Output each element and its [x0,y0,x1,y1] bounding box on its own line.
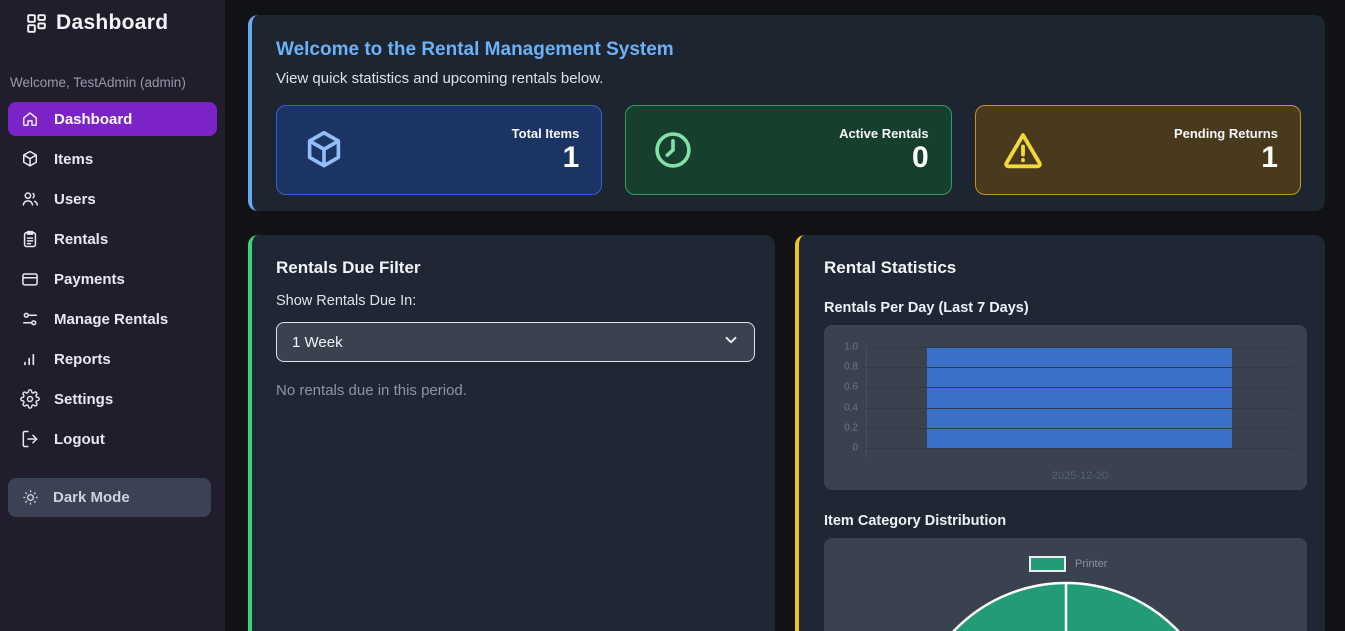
stat-card-active-rentals: Active Rentals 0 [625,105,951,195]
sidebar-item-settings[interactable]: Settings [8,382,217,416]
y-tick-label: 0.8 [824,362,858,373]
gridline [866,367,1294,368]
stat-label: Active Rentals [839,126,929,141]
gridline [866,448,1294,449]
credit-card-icon [20,269,40,289]
stats-row: Total Items 1 Active Rentals 0 [276,105,1301,195]
welcome-card: Welcome to the Rental Management System … [248,15,1325,211]
welcome-title: Welcome to the Rental Management System [276,39,1301,61]
gridline [866,387,1294,388]
sidebar-item-manage-rentals[interactable]: Manage Rentals [8,302,217,336]
cube-icon [20,149,40,169]
stat-card-pending-returns: Pending Returns 1 [975,105,1301,195]
clipboard-icon [20,229,40,249]
sidebar-item-dashboard[interactable]: Dashboard [8,102,217,136]
stat-card-total-items: Total Items 1 [276,105,602,195]
rental-statistics-card: Rental Statistics Rentals Per Day (Last … [795,235,1325,631]
legend-label: Printer [1075,558,1107,570]
cube-icon [301,127,347,173]
pie-legend: Printer [1029,556,1107,572]
sidebar-item-label: Reports [54,351,111,368]
users-icon [20,189,40,209]
stat-value: 0 [839,141,929,174]
sidebar-item-label: Users [54,191,96,208]
item-category-pie-chart: Printer [824,538,1307,631]
logout-icon [20,429,40,449]
y-axis [866,345,867,459]
y-tick-label: 0.2 [824,422,858,433]
stat-value: 1 [1174,141,1278,174]
sidebar-item-label: Items [54,151,93,168]
home-icon [20,109,40,129]
sidebar-item-users[interactable]: Users [8,182,217,216]
sun-icon [21,488,40,507]
sidebar-item-label: Settings [54,391,113,408]
clock-icon [650,127,696,173]
sidebar-item-items[interactable]: Items [8,142,217,176]
bar-series-rect [927,347,1232,448]
sidebar-item-label: Rentals [54,231,108,248]
statistics-card-title: Rental Statistics [824,258,1303,278]
gear-icon [20,389,40,409]
sidebar-item-label: Dashboard [54,111,132,128]
welcome-subtitle: View quick statistics and upcoming renta… [276,70,1301,87]
warning-icon [1000,127,1046,173]
app-title: Dashboard [56,11,168,35]
sidebar-item-logout[interactable]: Logout [8,422,217,456]
dark-mode-label: Dark Mode [53,489,130,506]
sidebar-nav: Dashboard Items Users [0,102,225,456]
bar-chart-plot: 2025-12-20 1.0 0.8 0.6 0.4 0.2 0 [824,325,1307,490]
stat-label: Total Items [512,126,580,141]
no-rentals-message: No rentals due in this period. [276,382,751,399]
sidebar-item-payments[interactable]: Payments [8,262,217,296]
sidebar-item-label: Payments [54,271,125,288]
sidebar-item-rentals[interactable]: Rentals [8,222,217,256]
app-brand: Dashboard [0,0,225,35]
rentals-due-select[interactable]: 1 Week [276,322,755,362]
y-tick-label: 0 [824,443,858,454]
y-tick-label: 0.6 [824,382,858,393]
rentals-due-filter-card: Rentals Due Filter Show Rentals Due In: … [248,235,775,631]
legend-swatch [1029,556,1066,572]
filter-card-title: Rentals Due Filter [276,258,751,278]
rentals-per-day-chart: 2025-12-20 1.0 0.8 0.6 0.4 0.2 0 [824,325,1307,490]
sliders-icon [20,309,40,329]
user-welcome-text: Welcome, TestAdmin (admin) [0,75,225,90]
bar-chart-title: Rentals Per Day (Last 7 Days) [824,300,1303,316]
sidebar: Dashboard Welcome, TestAdmin (admin) Das… [0,0,225,631]
y-tick-label: 0.4 [824,402,858,413]
stat-label: Pending Returns [1174,126,1278,141]
sidebar-item-label: Manage Rentals [54,311,168,328]
filter-select-label: Show Rentals Due In: [276,293,751,309]
sidebar-item-reports[interactable]: Reports [8,342,217,376]
y-tick-label: 1.0 [824,342,858,353]
gridline [866,408,1294,409]
pie-chart-title: Item Category Distribution [824,513,1303,529]
sidebar-item-label: Logout [54,431,105,448]
gridline [866,428,1294,429]
bar-chart-icon [20,349,40,369]
dashboard-grid-icon [27,14,46,33]
stat-value: 1 [512,141,580,174]
filter-select-wrap: 1 Week [276,322,751,362]
dark-mode-toggle[interactable]: Dark Mode [8,478,211,517]
gridline [866,347,1294,348]
pie-svg [824,538,1307,631]
x-axis-label: 2025-12-20 [866,470,1294,482]
